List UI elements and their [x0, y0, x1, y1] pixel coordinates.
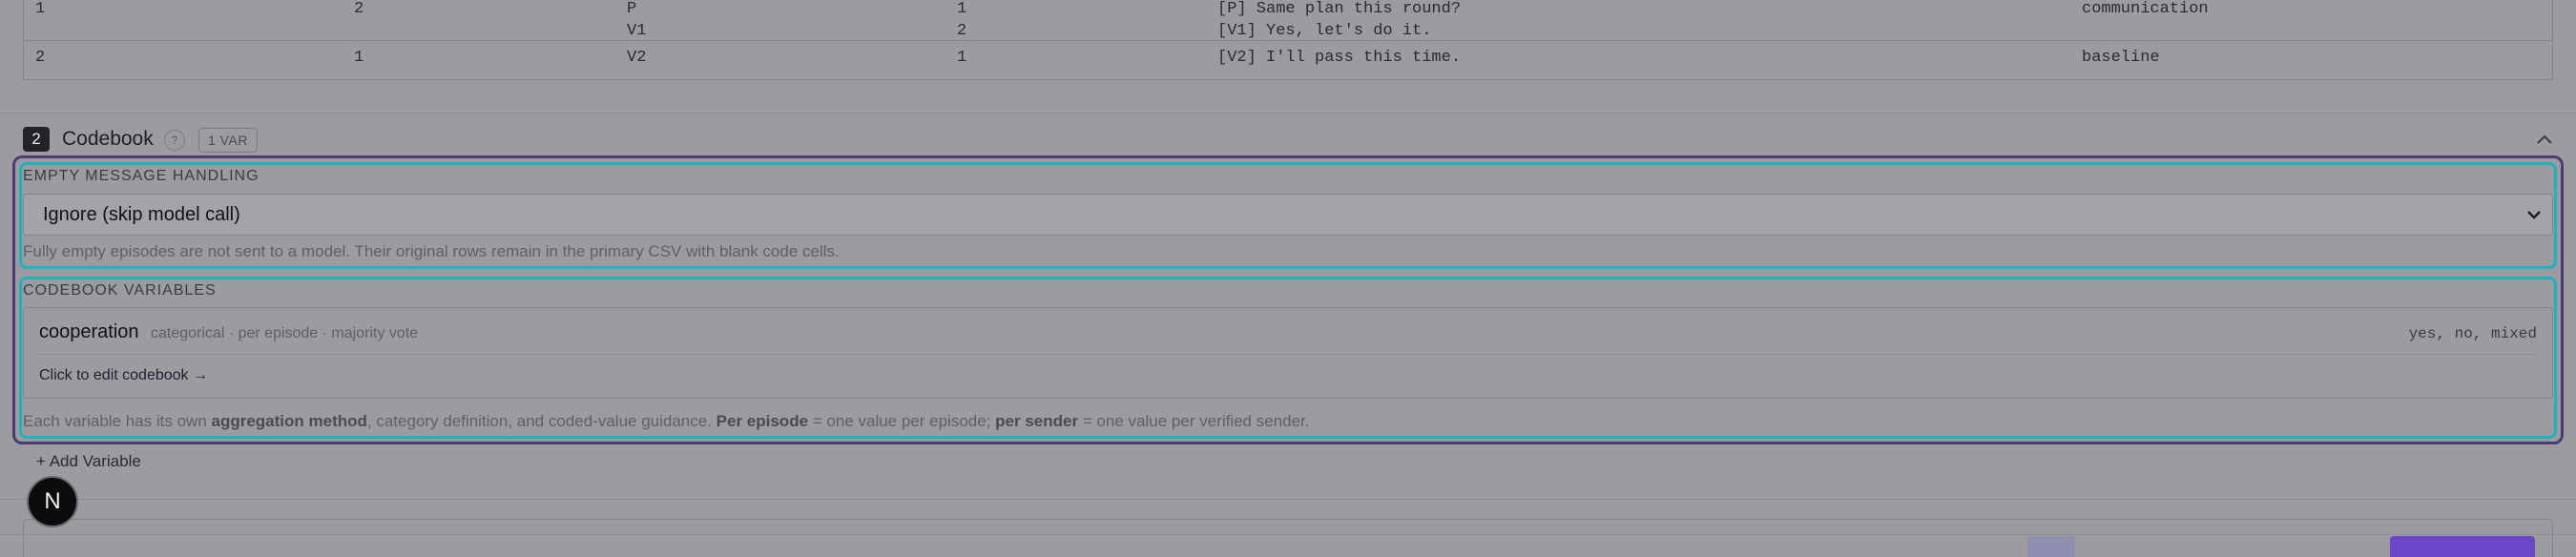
empty-message-select[interactable]: Ignore (skip model call)	[23, 194, 2553, 236]
codebook-header[interactable]: 2 Codebook ? 1 VAR	[23, 124, 2553, 155]
cell-episode: 1	[35, 0, 46, 18]
cell-condition: baseline	[2082, 49, 2160, 67]
empty-message-label: EMPTY MESSAGE HANDLING	[23, 168, 260, 184]
add-variable-button[interactable]: + Add Variable	[36, 452, 141, 471]
cell-round: 1	[957, 49, 967, 67]
empty-message-help: Fully empty episodes are not sent to a m…	[23, 242, 840, 260]
section-number: 2	[23, 127, 50, 152]
cell-turns: 2	[354, 0, 364, 18]
cell-episode: 2	[35, 49, 46, 67]
variable-values: yes, no, mixed	[2408, 325, 2537, 342]
chevron-up-icon[interactable]	[2536, 126, 2553, 151]
codebook-variables-label: CODEBOOK VARIABLES	[23, 282, 217, 299]
help-icon[interactable]: ?	[164, 130, 185, 151]
episodes-table: 1 2 P V1 1 2 [P] Same plan this round? […	[23, 0, 2553, 80]
variable-name: cooperation	[39, 321, 139, 342]
cell-round: 1 2	[957, 0, 967, 40]
user-avatar[interactable]: N	[27, 476, 78, 527]
chevron-down-icon	[2525, 200, 2543, 235]
section-divider	[0, 499, 2576, 500]
primary-action-button[interactable]	[2390, 536, 2535, 557]
variable-card[interactable]: cooperation categorical · per episode · …	[23, 307, 2553, 399]
card-divider	[39, 354, 2537, 355]
toolbar-divider	[0, 534, 2576, 535]
edit-codebook-link[interactable]: Click to edit codebook →	[39, 367, 208, 384]
cell-messages: [P] Same plan this round? [V1] Yes, let'…	[1217, 0, 1462, 40]
cell-turns: 1	[354, 49, 364, 67]
row-divider	[24, 40, 2552, 41]
cell-condition: communication	[2082, 0, 2209, 18]
variable-meta: categorical · per episode · majority vot…	[151, 325, 419, 341]
cell-sender: P V1	[627, 0, 647, 40]
variables-help: Each variable has its own aggregation me…	[23, 412, 1310, 430]
cell-messages: [V2] I'll pass this time.	[1217, 49, 1462, 67]
variable-count-badge: 1 VAR	[198, 128, 258, 153]
select-value: Ignore (skip model call)	[43, 204, 240, 225]
bottom-toolbar	[23, 519, 2553, 557]
toolbar-button[interactable]	[2027, 536, 2075, 557]
section-title: Codebook	[62, 128, 154, 150]
cell-sender: V2	[627, 49, 647, 67]
